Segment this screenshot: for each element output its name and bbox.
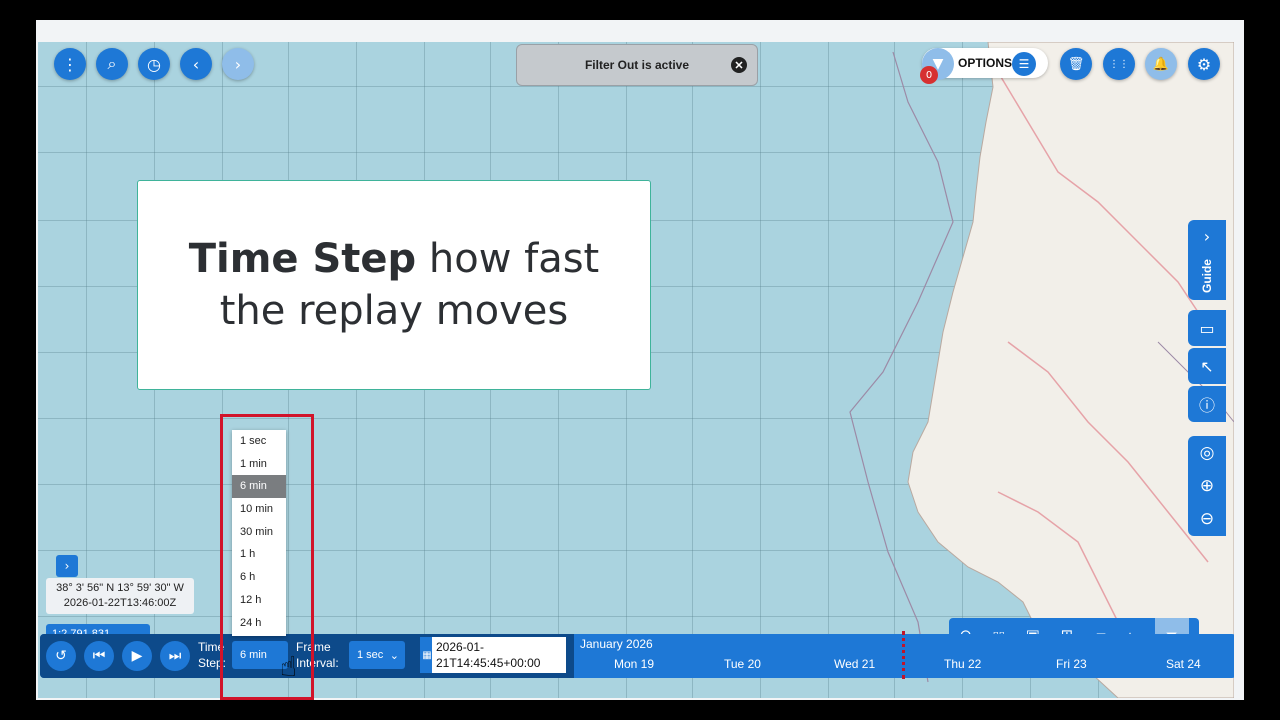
hand-cursor-icon: ☝ — [280, 650, 298, 683]
trash-icon: 🗑 — [1067, 56, 1085, 72]
gear-icon: ⚙ — [1196, 54, 1212, 74]
pointer-button[interactable]: ↖ — [1188, 348, 1226, 384]
search-button[interactable]: ⌕ — [96, 48, 128, 80]
callout-rest: how fast — [416, 236, 600, 282]
filter-active-banner: Filter Out is active ✕ — [516, 44, 758, 86]
timeline-day[interactable]: Wed 21 — [834, 657, 875, 671]
apps-button[interactable]: ⋮⋮ — [1103, 48, 1135, 80]
timeline-cursor[interactable] — [902, 631, 906, 679]
history-button[interactable]: ◷ — [138, 48, 170, 80]
guide-label: Guide — [1200, 259, 1214, 294]
timeline-day[interactable]: Fri 23 — [1056, 657, 1087, 671]
info-button[interactable]: ⓘ — [1188, 386, 1226, 422]
frame-interval-value: 1 sec — [357, 649, 384, 661]
chevron-right-icon: › — [64, 559, 70, 573]
timeline-day[interactable]: Thu 22 — [944, 657, 981, 671]
play-icon: ▶ — [131, 648, 143, 664]
chevron-down-icon: ⌄ — [389, 649, 399, 662]
chevron-right-icon: › — [234, 54, 242, 74]
grid-apps-icon: ⋮⋮ — [1109, 58, 1129, 70]
timeline-day[interactable]: Mon 19 — [614, 657, 654, 671]
timeline-month: January 2026 — [580, 637, 653, 651]
cursor-datetime: 2026-01-22T13:46:00Z — [63, 597, 177, 609]
menu-button[interactable]: ⋮ — [54, 48, 86, 80]
delete-button[interactable]: 🗑 — [1060, 48, 1092, 80]
notifications-button[interactable]: 🔔 — [1145, 48, 1177, 80]
close-icon[interactable]: ✕ — [731, 57, 747, 73]
skip-back-button[interactable]: ⏮ — [84, 641, 114, 671]
list-icon[interactable]: ☰ — [1012, 52, 1036, 76]
timeline-day[interactable]: Tue 20 — [724, 657, 761, 671]
zoom-out-icon[interactable]: ⊖ — [1200, 509, 1214, 529]
clock-icon: ◷ — [147, 54, 161, 74]
timeline-day[interactable]: Sat 24 — [1166, 657, 1201, 671]
map-canvas[interactable]: Time Step how fast the replay moves › Gu… — [38, 42, 1234, 698]
frame-interval-select[interactable]: 1 sec ⌄ — [349, 641, 405, 669]
tutorial-highlight-box — [220, 414, 314, 700]
skip-back-icon: ⏮ — [92, 648, 106, 664]
expand-coordinates-button[interactable]: › — [56, 555, 78, 577]
coordinate-readout: 38° 3' 56" N 13° 59' 30" W 2026-01-22T13… — [46, 578, 194, 614]
forward-button[interactable]: › — [222, 48, 254, 80]
callout-bold: Time Step — [188, 236, 417, 282]
zoom-in-icon[interactable]: ⊕ — [1200, 476, 1214, 496]
callout-line-2: the replay moves — [219, 288, 569, 334]
ruler-button[interactable]: ▭ — [1188, 310, 1226, 346]
zoom-controls: ◎ ⊕ ⊖ — [1188, 436, 1226, 536]
filter-count-badge: 0 — [920, 66, 938, 84]
options-label: OPTIONS — [958, 56, 1013, 70]
back-button[interactable]: ‹ — [180, 48, 212, 80]
bell-icon: 🔔 — [1152, 56, 1170, 72]
replay-datetime-input[interactable]: 2026-01-21T14:45:45+00:00 — [432, 637, 566, 673]
window-edge — [1234, 20, 1244, 700]
info-icon: ⓘ — [1198, 396, 1215, 415]
menu-icon: ⋮ — [62, 54, 78, 74]
skip-forward-button[interactable]: ⏭ — [160, 641, 190, 671]
cursor-position: 38° 3' 56" N 13° 59' 30" W — [56, 582, 184, 594]
filter-banner-text: Filter Out is active — [584, 58, 690, 72]
locate-icon[interactable]: ◎ — [1200, 443, 1215, 463]
play-button[interactable]: ▶ — [122, 641, 152, 671]
search-icon: ⌕ — [107, 54, 117, 73]
pointer-icon: ↖ — [1200, 356, 1214, 376]
app-window: Time Step how fast the replay moves › Gu… — [36, 20, 1244, 700]
tutorial-callout: Time Step how fast the replay moves — [137, 180, 651, 390]
settings-button[interactable]: ⚙ — [1188, 48, 1220, 80]
callout-line-1: Time Step how fast — [189, 233, 600, 285]
skip-forward-icon: ⏭ — [168, 648, 182, 664]
guide-tab[interactable]: › Guide — [1188, 220, 1226, 300]
restart-button[interactable]: ↺ — [46, 641, 76, 671]
chevron-left-icon: ‹ — [192, 54, 200, 74]
ruler-icon: ▭ — [1199, 318, 1215, 338]
chevron-right-icon: › — [1203, 226, 1211, 246]
restart-icon: ↺ — [55, 648, 67, 664]
